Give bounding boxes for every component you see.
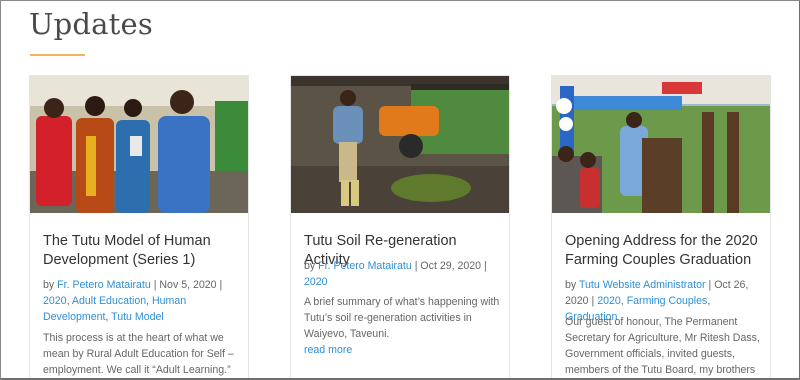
- category-link[interactable]: 2020: [304, 276, 328, 288]
- read-more-link[interactable]: read more: [304, 342, 500, 358]
- category-link[interactable]: Farming Couples: [627, 295, 708, 307]
- category-link[interactable]: 2020: [597, 295, 621, 307]
- post-image-1[interactable]: [30, 76, 248, 213]
- title-underline: [30, 54, 85, 56]
- post-title-1[interactable]: The Tutu Model of Human Development (Ser…: [43, 232, 239, 270]
- author-link[interactable]: Fr. Petero Matairatu: [57, 279, 151, 291]
- post-image-3[interactable]: [552, 76, 770, 213]
- post-date: Nov 5, 2020: [159, 279, 217, 291]
- post-image-2[interactable]: [291, 76, 509, 213]
- category-link[interactable]: Adult Education: [72, 295, 146, 307]
- post-excerpt-3: Our guest of honour, The Permanent Secre…: [565, 316, 760, 376]
- post-date: Oct 29, 2020: [420, 260, 482, 272]
- post-meta-1: by Fr. Petero Matairatu | Nov 5, 2020 | …: [43, 279, 223, 323]
- author-link[interactable]: Tutu Website Administrator: [579, 279, 706, 291]
- post-meta-2: by Fr. Petero Matairatu | Oct 29, 2020 |…: [304, 260, 487, 288]
- post-card-3: Opening Address for the 2020 Farming Cou…: [551, 75, 771, 378]
- category-link[interactable]: 2020: [43, 295, 67, 307]
- post-title-3[interactable]: Opening Address for the 2020 Farming Cou…: [565, 232, 761, 270]
- post-excerpt-2: A brief summary of what’s happening with…: [304, 296, 500, 358]
- post-excerpt-1: This process is at the heart of what we …: [43, 332, 234, 376]
- post-card-1: The Tutu Model of Human Development (Ser…: [29, 75, 249, 378]
- section-title: Updates: [29, 7, 153, 41]
- author-link[interactable]: Fr. Petero Matairatu: [318, 260, 412, 272]
- updates-section: Updates The Tutu Model of Human Developm…: [0, 0, 800, 380]
- category-link[interactable]: Tutu Model: [111, 311, 164, 323]
- post-card-2: Tutu Soil Re-generation Activity by Fr. …: [290, 75, 510, 378]
